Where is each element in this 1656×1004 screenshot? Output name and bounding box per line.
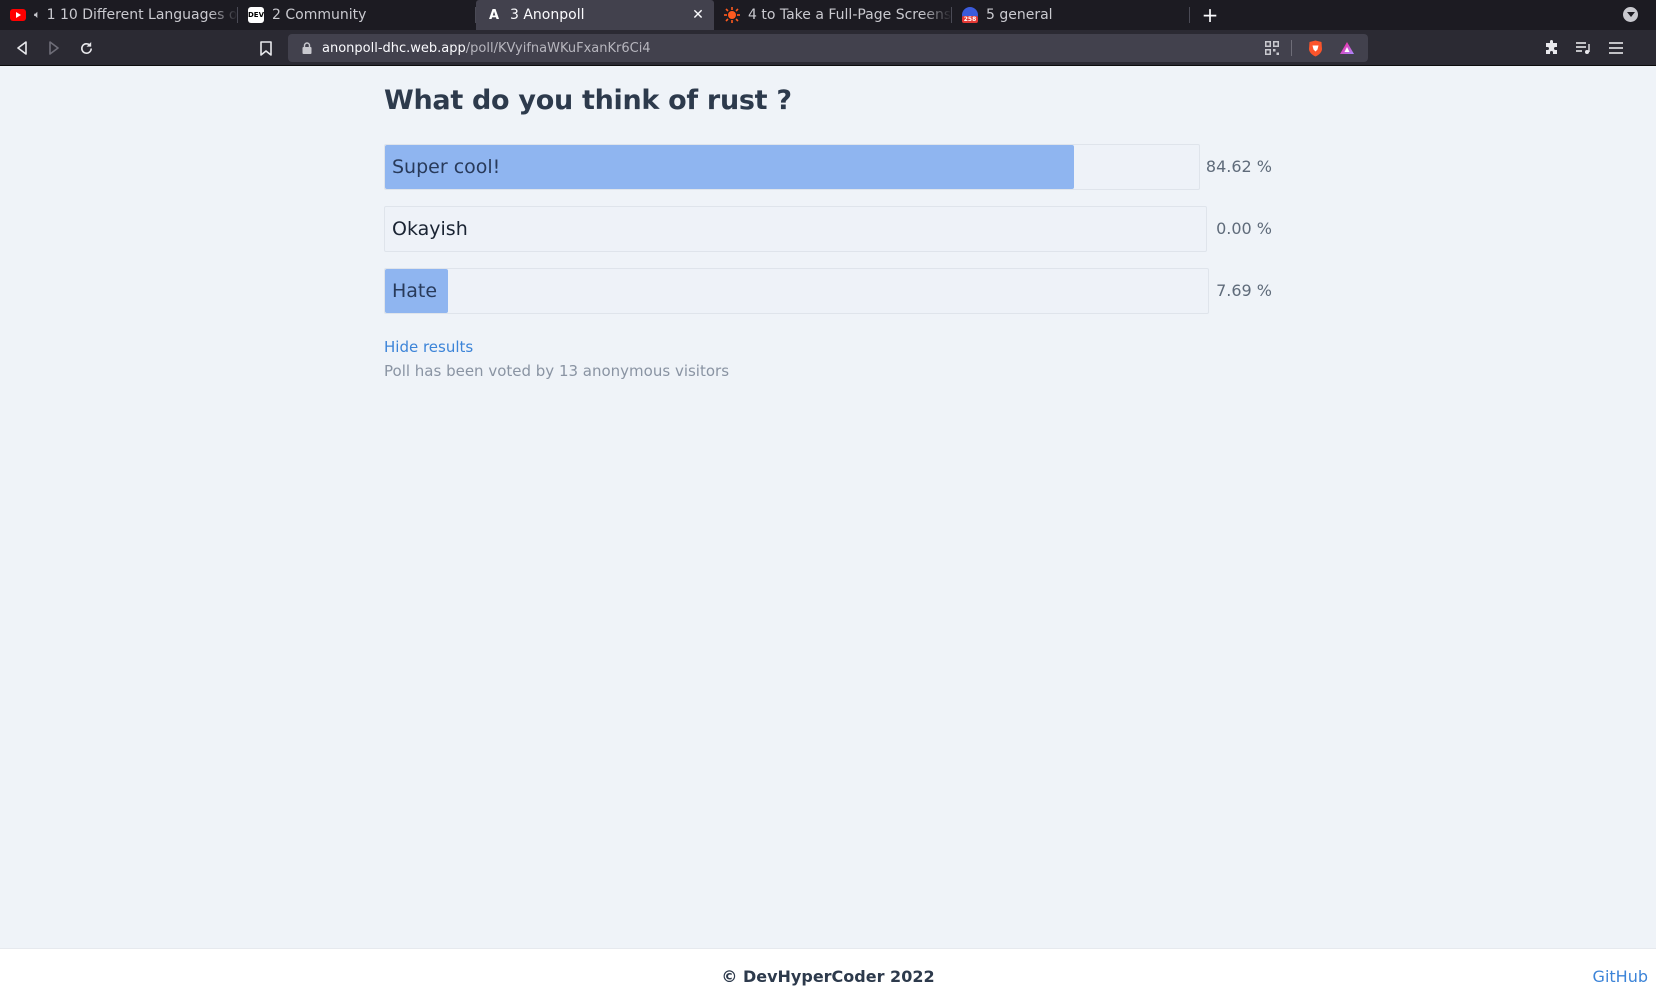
new-tab-button[interactable]: + bbox=[1190, 0, 1230, 30]
brave-rewards-icon[interactable] bbox=[1338, 39, 1356, 57]
option-label: Okayish bbox=[392, 218, 468, 240]
poll-option-super-cool: Super cool! 84.62 % bbox=[384, 144, 1272, 190]
sun-icon bbox=[724, 7, 740, 23]
option-percent: 0.00 % bbox=[1216, 219, 1272, 238]
youtube-icon bbox=[10, 7, 26, 23]
url-path: /poll/KVyifnaWKuFxanKr6Ci4 bbox=[465, 40, 651, 56]
badge-count: 258 bbox=[962, 16, 978, 23]
browser-tab-2[interactable]: DEV 2 Community bbox=[238, 0, 476, 30]
angular-icon: A bbox=[488, 7, 500, 23]
url-text[interactable]: anonpoll-dhc.web.app/poll/KVyifnaWKuFxan… bbox=[322, 41, 651, 56]
forward-button[interactable] bbox=[42, 36, 66, 60]
vote-count-text: Poll has been voted by 13 anonymous visi… bbox=[384, 362, 730, 380]
option-percent: 7.69 % bbox=[1216, 281, 1272, 300]
lock-icon[interactable] bbox=[302, 39, 312, 58]
footer: © DevHyperCoder 2022 GitHub bbox=[0, 948, 1656, 1004]
qr-code-icon[interactable] bbox=[1263, 39, 1281, 57]
hide-results-link[interactable]: Hide results bbox=[384, 338, 473, 356]
navigation-toolbar: anonpoll-dhc.web.app/poll/KVyifnaWKuFxan… bbox=[0, 30, 1656, 66]
media-playlist-icon[interactable] bbox=[1572, 36, 1596, 60]
github-link[interactable]: GitHub bbox=[1593, 967, 1648, 986]
dev-icon: DEV bbox=[248, 7, 264, 23]
tab-title: 1 10 Different Languages on bbox=[46, 7, 238, 23]
tab-title: 2 Community bbox=[272, 7, 367, 23]
poll-option-okayish: Okayish 0.00 % bbox=[384, 206, 1272, 252]
option-label: Hate bbox=[392, 280, 438, 302]
address-bar[interactable]: anonpoll-dhc.web.app/poll/KVyifnaWKuFxan… bbox=[288, 34, 1368, 62]
brave-shields-icon[interactable] bbox=[1306, 39, 1324, 57]
option-percent: 84.62 % bbox=[1205, 157, 1272, 176]
speaker-muted-icon[interactable]: 🔈︎ bbox=[34, 8, 41, 22]
option-label: Super cool! bbox=[392, 156, 501, 178]
back-button[interactable] bbox=[10, 36, 34, 60]
poll-question: What do you think of rust ? bbox=[384, 85, 792, 116]
poll-option-hate: Hate 7.69 % bbox=[384, 268, 1272, 314]
tab-title: 4 to Take a Full-Page Screenshot bbox=[748, 7, 952, 23]
tab-bar: 🔈︎ 1 10 Different Languages on DEV 2 Com… bbox=[0, 0, 1656, 30]
browser-tab-1[interactable]: 🔈︎ 1 10 Different Languages on bbox=[0, 0, 238, 30]
result-bar bbox=[384, 144, 1200, 190]
menu-icon[interactable] bbox=[1604, 36, 1628, 60]
copyright-text: © DevHyperCoder 2022 bbox=[721, 967, 935, 986]
tab-title: 3 Anonpoll bbox=[510, 7, 585, 23]
bookmark-icon[interactable] bbox=[254, 36, 278, 60]
result-bar bbox=[384, 268, 1209, 314]
list-all-tabs-icon[interactable] bbox=[1623, 7, 1638, 22]
page-content: What do you think of rust ? Super cool! … bbox=[0, 66, 1656, 948]
result-bar bbox=[384, 206, 1207, 252]
close-tab-icon[interactable]: ✕ bbox=[688, 7, 708, 23]
browser-tab-5[interactable]: 258 5 general bbox=[952, 0, 1190, 30]
reload-button[interactable] bbox=[74, 36, 98, 60]
url-host: anonpoll-dhc.web.app bbox=[322, 40, 466, 56]
browser-tab-4[interactable]: 4 to Take a Full-Page Screenshot bbox=[714, 0, 952, 30]
notification-badge-icon: 258 bbox=[962, 7, 978, 23]
browser-tab-3[interactable]: A 3 Anonpoll ✕ bbox=[476, 0, 714, 30]
extensions-icon[interactable] bbox=[1540, 36, 1564, 60]
poll-results: What do you think of rust ? Super cool! … bbox=[384, 84, 1272, 380]
tab-title: 5 general bbox=[986, 7, 1053, 23]
